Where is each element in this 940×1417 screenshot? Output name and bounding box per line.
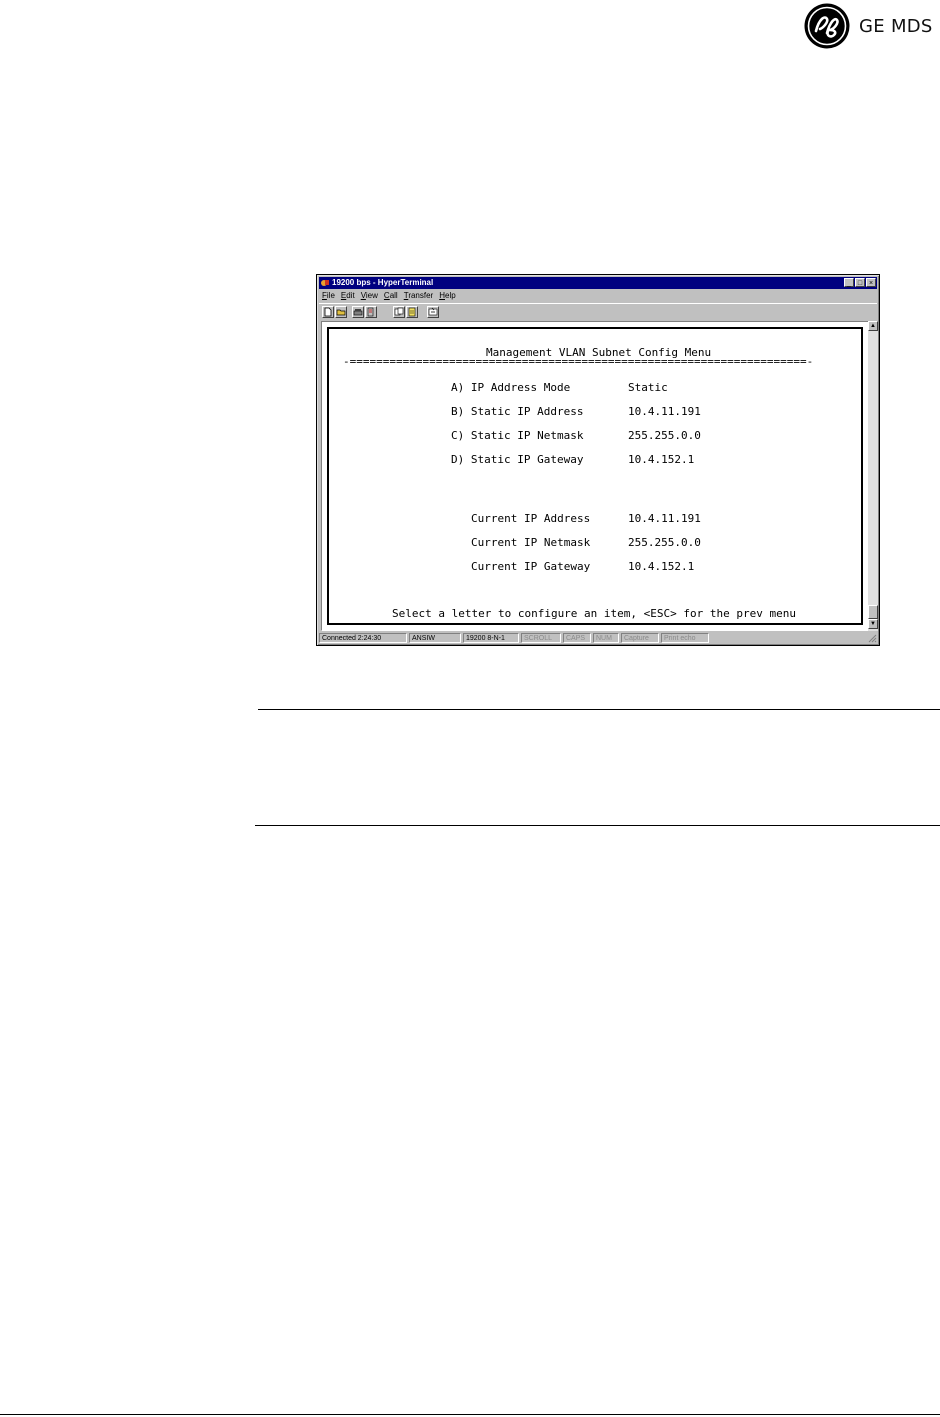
window-title: 19200 bps - HyperTerminal bbox=[332, 278, 434, 287]
receive-file-icon bbox=[408, 307, 416, 317]
close-button[interactable]: × bbox=[866, 278, 876, 287]
ge-monogram-icon bbox=[804, 3, 850, 49]
menu-bar: File Edit View Call Transfer Help bbox=[319, 290, 877, 302]
terminal-screen: Management VLAN Subnet Config Menu -====… bbox=[329, 329, 861, 623]
current-label-ip-netmask: Current IP Netmask bbox=[471, 536, 591, 549]
status-connected: Connected 2:24:30 bbox=[319, 633, 407, 643]
minimize-button[interactable]: _ bbox=[844, 278, 854, 287]
menu-file[interactable]: File bbox=[319, 290, 338, 302]
current-label-ip-gateway: Current IP Gateway bbox=[471, 560, 591, 573]
scroll-thumb[interactable] bbox=[868, 605, 878, 619]
rule-footer bbox=[0, 1414, 940, 1415]
hyperterminal-window: 19200 bps - HyperTerminal _ □ × File Edi… bbox=[316, 274, 880, 646]
option-value-ip-address-mode: Static bbox=[628, 381, 668, 394]
properties-icon bbox=[428, 307, 438, 316]
menu-call[interactable]: Call bbox=[381, 290, 401, 302]
hang-up-icon bbox=[367, 307, 374, 317]
option-value-static-ip-netmask: 255.255.0.0 bbox=[628, 429, 701, 442]
scroll-up-button[interactable]: ▲ bbox=[868, 321, 878, 331]
menu-view[interactable]: View bbox=[358, 290, 381, 302]
option-label-ip-address-mode[interactable]: A) IP Address Mode bbox=[451, 381, 570, 395]
brand-logo: GE MDS bbox=[803, 2, 933, 50]
new-connection-button[interactable] bbox=[322, 306, 334, 318]
terminal-screen-frame: Management VLAN Subnet Config Menu -====… bbox=[327, 327, 863, 625]
status-bar: Connected 2:24:30 ANSIW 19200 8-N-1 SCRO… bbox=[319, 632, 877, 644]
menu-help[interactable]: Help bbox=[436, 290, 458, 302]
hyperterminal-icon bbox=[321, 280, 329, 286]
status-caps: CAPS bbox=[563, 633, 591, 643]
phone-icon bbox=[353, 309, 363, 316]
option-label-static-ip-address[interactable]: B) Static IP Address bbox=[451, 405, 583, 419]
current-label-ip-address: Current IP Address bbox=[471, 512, 591, 525]
new-file-icon bbox=[324, 307, 332, 317]
resize-grip-icon[interactable] bbox=[868, 634, 877, 643]
folder-open-icon bbox=[336, 309, 346, 316]
brand-name: GE MDS bbox=[859, 15, 933, 37]
rule-middle bbox=[255, 825, 940, 826]
option-value-static-ip-address: 10.4.11.191 bbox=[628, 405, 701, 418]
status-num: NUM bbox=[593, 633, 619, 643]
option-value-static-ip-gateway: 10.4.152.1 bbox=[628, 453, 695, 466]
menu-separator: -=======================================… bbox=[343, 355, 814, 368]
current-value-ip-netmask: 255.255.0.0 bbox=[628, 536, 701, 549]
menu-edit[interactable]: Edit bbox=[338, 290, 358, 302]
current-value-ip-address: 10.4.11.191 bbox=[628, 512, 701, 525]
connect-button[interactable] bbox=[352, 306, 364, 318]
menu-transfer[interactable]: Transfer bbox=[401, 290, 437, 302]
scroll-down-button[interactable]: ▼ bbox=[868, 619, 878, 629]
option-label-static-ip-gateway[interactable]: D) Static IP Gateway bbox=[451, 453, 583, 467]
receive-button[interactable] bbox=[406, 306, 418, 318]
vertical-scrollbar[interactable]: ▲ ▼ bbox=[868, 321, 878, 631]
status-scroll: SCROLL bbox=[521, 633, 561, 643]
menu-prompt: Select a letter to configure an item, <E… bbox=[392, 607, 796, 620]
terminal-area[interactable]: Management VLAN Subnet Config Menu -====… bbox=[321, 321, 869, 631]
send-button[interactable] bbox=[393, 306, 405, 318]
rule-top bbox=[258, 709, 940, 710]
status-port-settings: 19200 8-N-1 bbox=[463, 633, 519, 643]
option-label-static-ip-netmask[interactable]: C) Static IP Netmask bbox=[451, 429, 583, 443]
title-bar[interactable]: 19200 bps - HyperTerminal _ □ × bbox=[319, 277, 877, 289]
disconnect-button[interactable] bbox=[365, 306, 377, 318]
status-capture: Capture bbox=[621, 633, 659, 643]
window-controls: _ □ × bbox=[843, 278, 876, 287]
properties-button[interactable] bbox=[427, 306, 439, 318]
status-emulation: ANSIW bbox=[409, 633, 461, 643]
maximize-button[interactable]: □ bbox=[855, 278, 865, 287]
status-print-echo: Print echo bbox=[661, 633, 709, 643]
toolbar bbox=[319, 303, 877, 321]
send-file-icon bbox=[394, 307, 404, 316]
open-button[interactable] bbox=[335, 306, 347, 318]
current-value-ip-gateway: 10.4.152.1 bbox=[628, 560, 695, 573]
